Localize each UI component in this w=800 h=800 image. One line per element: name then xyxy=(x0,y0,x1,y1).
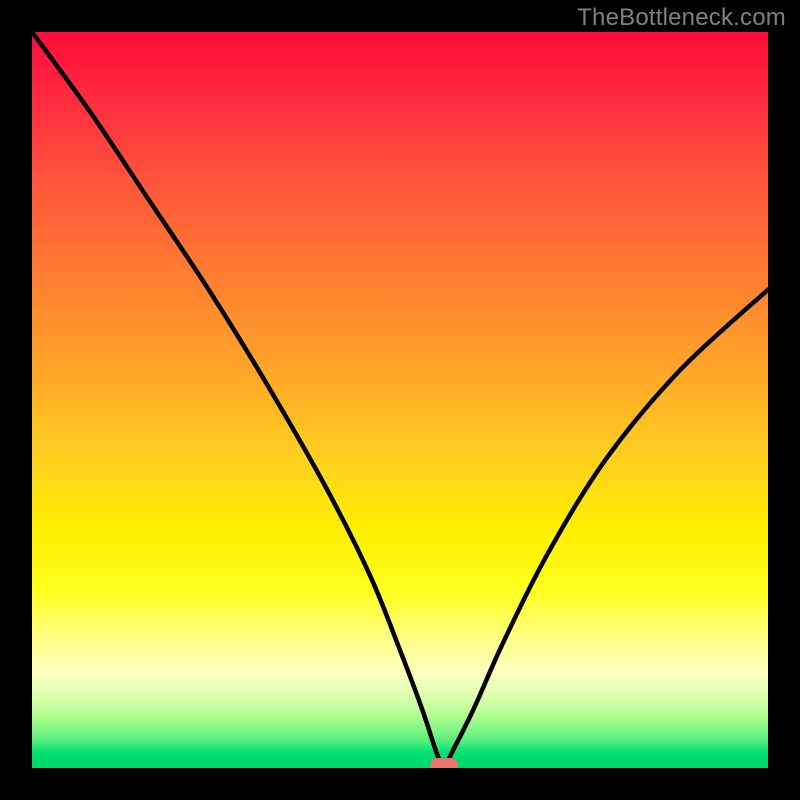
plot-area xyxy=(32,32,768,768)
watermark-text: TheBottleneck.com xyxy=(577,4,786,32)
bottleneck-curve xyxy=(32,32,768,768)
chart-frame: TheBottleneck.com xyxy=(0,0,800,800)
optimal-point-marker xyxy=(430,758,458,768)
